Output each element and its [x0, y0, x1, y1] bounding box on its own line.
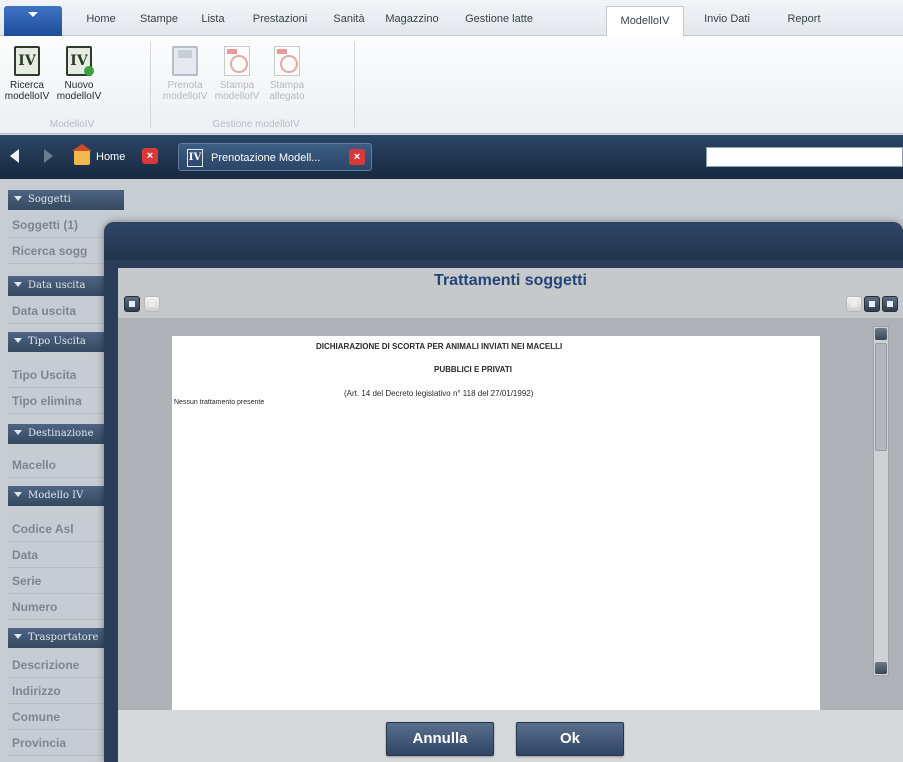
- zoom-icon[interactable]: [846, 296, 862, 312]
- section-title: Destinazione: [28, 428, 94, 439]
- scrollbar-thumb[interactable]: [875, 343, 887, 451]
- collapse-arrow-icon: [14, 338, 22, 343]
- dialog-title: Trattamenti soggetti: [434, 272, 587, 289]
- modello-iv-icon: IV: [187, 149, 203, 167]
- report-empty-message: Nessun trattamento presente: [174, 399, 265, 406]
- dialog-body: Trattamenti soggetti DICHIARAZIONE DI SC…: [118, 268, 903, 762]
- tab-lista[interactable]: Lista: [192, 10, 234, 36]
- doc-tab-home[interactable]: Home ×: [68, 143, 172, 171]
- section-title: Trasportatore: [28, 632, 99, 643]
- doc-tab-prenotazione[interactable]: IV Prenotazione Modell... ×: [178, 143, 372, 171]
- report-page: DICHIARAZIONE DI SCORTA PER ANIMALI INVI…: [172, 336, 820, 710]
- section-title: Soggetti: [28, 194, 71, 205]
- group-label-modelloiv: ModelloIV: [49, 119, 95, 130]
- modello-iv-search-icon: IV: [14, 46, 40, 76]
- collapse-arrow-icon: [14, 282, 22, 287]
- section-title: Modello IV: [28, 490, 84, 501]
- search-input[interactable]: [706, 147, 903, 167]
- tab-gestione-latte[interactable]: Gestione latte: [452, 10, 546, 36]
- stampa-allegato-button[interactable]: Stampa allegato: [262, 42, 312, 118]
- collapse-arrow-icon: [14, 196, 22, 201]
- floppy-disk-icon: [172, 46, 198, 76]
- app-window: Home Stampe Lista Prestazioni Sanità Mag…: [0, 0, 903, 762]
- stampa-modelloiv-button[interactable]: Stampa modelloIV: [212, 42, 262, 118]
- print-icon[interactable]: [144, 296, 160, 312]
- ricerca-modelloiv-button[interactable]: IV Ricerca modelloIV: [2, 42, 52, 118]
- button-label-line2: modelloIV: [214, 91, 260, 102]
- cancel-button[interactable]: Annulla: [386, 722, 494, 756]
- home-icon: [72, 144, 92, 165]
- nuovo-modelloiv-button[interactable]: IV Nuovo modelloIV: [54, 42, 104, 118]
- section-title: Data uscita: [28, 280, 86, 291]
- report-subheading: PUBBLICI E PRIVATI: [434, 365, 512, 374]
- first-page-icon[interactable]: [124, 296, 140, 312]
- tab-modelloiv[interactable]: ModelloIV: [606, 6, 684, 37]
- button-label-line2: modelloIV: [4, 91, 50, 102]
- section-title: Tipo Uscita: [28, 336, 86, 347]
- pdf-icon: [224, 46, 250, 76]
- button-label-line2: allegato: [269, 91, 305, 102]
- prenota-modelloiv-button[interactable]: Prenota modelloIV: [160, 42, 210, 118]
- group-divider: [150, 42, 151, 128]
- group-divider: [354, 42, 355, 128]
- button-label-line2: modelloIV: [56, 91, 102, 102]
- trattamenti-dialog: Trattamenti soggetti DICHIARAZIONE DI SC…: [104, 222, 903, 762]
- ribbon-tab-bar: Home Stampe Lista Prestazioni Sanità Mag…: [0, 0, 903, 37]
- zoom-out-icon[interactable]: [864, 296, 880, 312]
- tab-home[interactable]: Home: [76, 10, 126, 36]
- tab-stampe[interactable]: Stampe: [134, 10, 184, 36]
- button-label-line1: Prenota: [167, 80, 203, 91]
- button-label-line2: modelloIV: [162, 91, 208, 102]
- collapse-arrow-icon: [14, 430, 22, 435]
- back-arrow-icon[interactable]: [10, 149, 19, 163]
- scroll-down-icon[interactable]: [875, 662, 887, 674]
- button-label-line1: Stampa: [269, 80, 305, 91]
- ribbon-body: IV Ricerca modelloIV IV Nuovo modelloIV …: [0, 36, 903, 134]
- report-reference: (Art. 14 del Decreto legislativo n° 118 …: [344, 389, 534, 398]
- tab-prestazioni[interactable]: Prestazioni: [240, 10, 320, 36]
- tab-sanita[interactable]: Sanità: [326, 10, 372, 36]
- button-label-line1: Ricerca: [10, 80, 44, 91]
- section-header-soggetti[interactable]: Soggetti: [8, 190, 124, 210]
- dialog-footer: Annulla Ok: [118, 710, 903, 762]
- zoom-in-icon[interactable]: [882, 296, 898, 312]
- pdf-icon: [274, 46, 300, 76]
- tab-invio-dati[interactable]: Invio Dati: [694, 10, 760, 36]
- collapse-arrow-icon: [14, 492, 22, 497]
- doc-tab-label: Prenotazione Modell...: [211, 152, 321, 164]
- report-heading: DICHIARAZIONE DI SCORTA PER ANIMALI INVI…: [316, 342, 563, 351]
- report-viewer[interactable]: DICHIARAZIONE DI SCORTA PER ANIMALI INVI…: [118, 318, 903, 710]
- scroll-up-icon[interactable]: [875, 328, 887, 340]
- button-label-line1: Stampa: [219, 80, 255, 91]
- group-label-gestione-modelloiv: Gestione modelloIV: [212, 119, 300, 130]
- tab-report[interactable]: Report: [776, 10, 832, 36]
- button-label-line1: Nuovo: [64, 80, 94, 91]
- modello-iv-new-icon: IV: [66, 46, 94, 76]
- vertical-scrollbar[interactable]: [873, 326, 889, 676]
- close-icon[interactable]: ×: [142, 148, 158, 164]
- dialog-title-bar: [104, 222, 903, 260]
- forward-arrow-icon[interactable]: [44, 149, 53, 163]
- tab-magazzino[interactable]: Magazzino: [376, 10, 448, 36]
- application-menu-button[interactable]: [4, 6, 62, 36]
- ok-button[interactable]: Ok: [516, 722, 624, 756]
- chevron-down-icon: [28, 12, 38, 17]
- close-icon[interactable]: ×: [349, 149, 365, 165]
- collapse-arrow-icon: [14, 634, 22, 639]
- doc-tab-label: Home: [96, 151, 126, 163]
